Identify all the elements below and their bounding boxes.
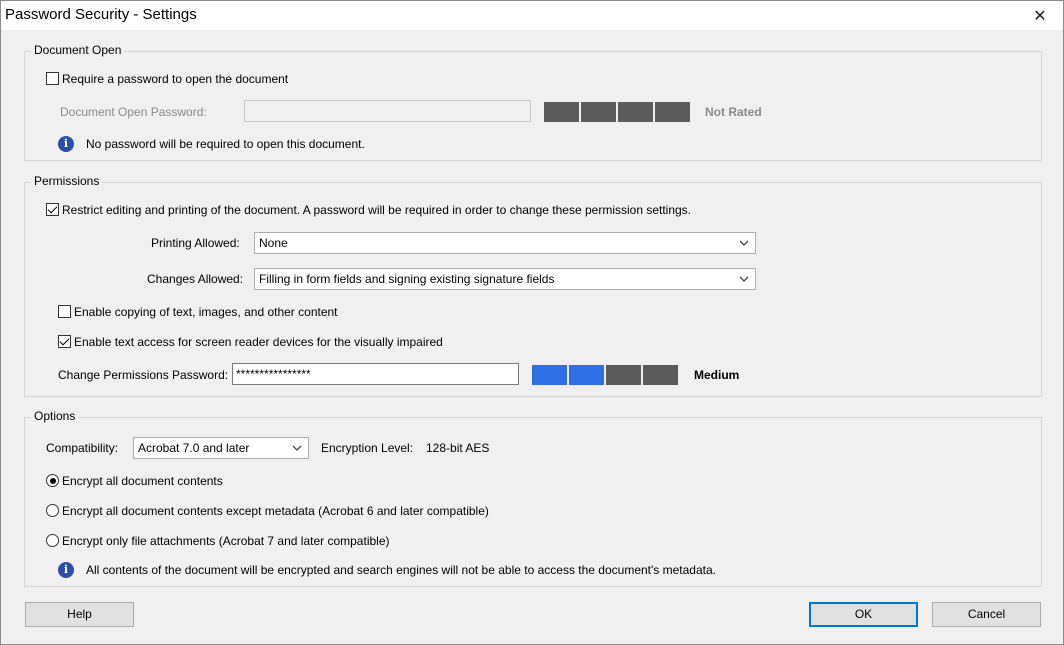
printing-allowed-select[interactable]: None <box>254 232 756 254</box>
encrypt-except-metadata-radio[interactable] <box>46 504 59 517</box>
encrypt-attachments-radio[interactable] <box>46 534 59 547</box>
encryption-level-value: 128-bit AES <box>426 441 490 455</box>
strength-segment <box>544 102 579 122</box>
help-button[interactable]: Help <box>25 602 134 627</box>
close-icon[interactable]: ✕ <box>1017 1 1063 30</box>
permissions-password-strength-label: Medium <box>694 368 740 382</box>
chevron-down-icon <box>292 445 302 451</box>
strength-segment <box>532 365 567 385</box>
window-title: Password Security - Settings <box>5 6 197 23</box>
encrypt-all-radio[interactable] <box>46 474 59 487</box>
options-info-text: All contents of the document will be enc… <box>86 563 716 577</box>
open-password-strength-meter <box>544 102 690 122</box>
ok-button[interactable]: OK <box>809 602 918 627</box>
strength-segment <box>581 102 616 122</box>
screen-reader-checkbox[interactable] <box>58 335 71 348</box>
restrict-editing-checkbox[interactable] <box>46 203 59 216</box>
chevron-down-icon <box>739 276 749 282</box>
change-permissions-password-label: Change Permissions Password: <box>58 368 229 382</box>
printing-allowed-label: Printing Allowed: <box>151 236 240 250</box>
strength-segment <box>606 365 641 385</box>
permissions-password-strength-meter <box>532 365 678 385</box>
open-info-text: No password will be required to open thi… <box>86 137 365 151</box>
encrypt-all-label[interactable]: Encrypt all document contents <box>62 474 223 488</box>
encrypt-attachments-label[interactable]: Encrypt only file attachments (Acrobat 7… <box>62 534 390 548</box>
encryption-level-label: Encryption Level: <box>321 441 414 455</box>
dialog-window: Password Security - Settings ✕ Document … <box>0 0 1064 645</box>
changes-allowed-label: Changes Allowed: <box>147 272 244 286</box>
compatibility-select[interactable]: Acrobat 7.0 and later <box>133 437 309 459</box>
options-group-label: Options <box>31 409 79 423</box>
cancel-button[interactable]: Cancel <box>932 602 1041 627</box>
change-permissions-password-input[interactable]: **************** <box>232 363 519 385</box>
strength-segment <box>655 102 690 122</box>
changes-allowed-select[interactable]: Filling in form fields and signing exist… <box>254 268 756 290</box>
enable-copying-label[interactable]: Enable copying of text, images, and othe… <box>74 305 338 319</box>
encrypt-except-metadata-label[interactable]: Encrypt all document contents except met… <box>62 504 489 518</box>
printing-allowed-value: None <box>259 236 288 250</box>
document-open-group-label: Document Open <box>31 43 125 57</box>
chevron-down-icon <box>739 240 749 246</box>
open-password-strength-label: Not Rated <box>705 105 762 119</box>
require-password-checkbox[interactable] <box>46 72 59 85</box>
require-password-label[interactable]: Require a password to open the document <box>62 72 288 86</box>
changes-allowed-value: Filling in form fields and signing exist… <box>259 272 555 286</box>
compatibility-value: Acrobat 7.0 and later <box>138 441 250 455</box>
restrict-editing-label[interactable]: Restrict editing and printing of the doc… <box>62 203 691 217</box>
open-password-input[interactable] <box>244 100 531 122</box>
strength-segment <box>643 365 678 385</box>
title-bar: Password Security - Settings ✕ <box>1 1 1063 30</box>
enable-copying-checkbox[interactable] <box>58 305 71 318</box>
open-password-label: Document Open Password: <box>60 105 207 119</box>
screen-reader-label[interactable]: Enable text access for screen reader dev… <box>74 335 443 349</box>
info-icon: i <box>58 136 74 152</box>
compatibility-label: Compatibility: <box>46 441 119 455</box>
strength-segment <box>569 365 604 385</box>
info-icon: i <box>58 562 74 578</box>
permissions-group-label: Permissions <box>31 174 103 188</box>
strength-segment <box>618 102 653 122</box>
